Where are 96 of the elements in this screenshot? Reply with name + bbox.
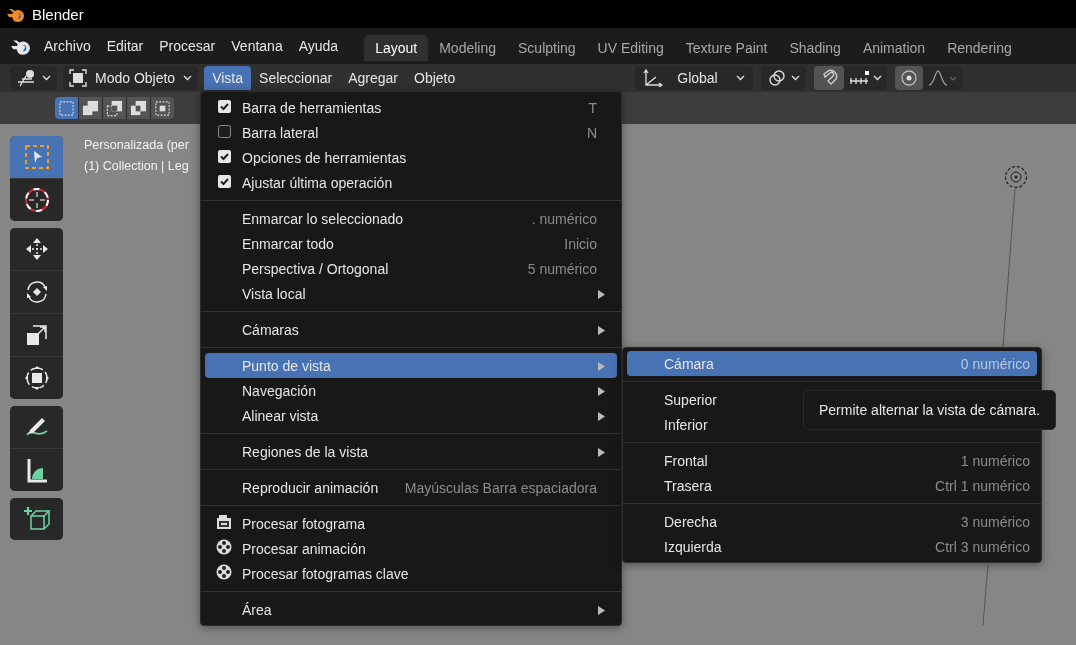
cursor-tool-icon — [22, 186, 51, 214]
workspace-tab[interactable]: Sculpting — [507, 35, 587, 61]
new-selection-icon — [58, 99, 75, 117]
arrow-right-icon — [597, 361, 605, 371]
target-icon — [899, 69, 918, 87]
arrow-right-icon — [597, 289, 605, 299]
tool-button[interactable] — [10, 228, 63, 270]
select-tool-icon — [22, 143, 51, 171]
camera-icon — [216, 514, 232, 530]
workspace-tab[interactable]: Shading — [778, 35, 852, 61]
pivot-dropdown[interactable] — [760, 66, 806, 90]
menu-item[interactable]: Ventana — [223, 38, 291, 54]
tool-button[interactable] — [10, 357, 63, 399]
proportional-edit-toggle[interactable] — [894, 66, 923, 90]
arrow-right-icon — [597, 386, 605, 396]
arrow-right-icon — [597, 605, 605, 615]
menu-item[interactable]: Barra lateral N — [205, 120, 617, 145]
menu-item[interactable]: Perspectiva / Ortogonal 5 numérico — [205, 256, 617, 281]
subtract-selection-icon — [106, 99, 123, 117]
menu-item[interactable]: Reproducir animación Mayúsculas Barra espaciadora — [205, 475, 617, 500]
linked-rings-icon — [766, 69, 787, 87]
checkbox[interactable] — [218, 174, 231, 188]
select-mode-button[interactable] — [151, 97, 174, 119]
workspace-tab[interactable]: Layout — [364, 35, 429, 61]
checkbox[interactable] — [218, 99, 231, 113]
menu-item[interactable]: Derecha 3 numérico — [627, 509, 1037, 534]
menu-item[interactable]: Cámara 0 numérico — [627, 351, 1037, 376]
arrow-right-icon — [597, 447, 605, 457]
mode-dropdown[interactable]: Modo Objeto — [63, 66, 199, 90]
add-cube-tool-icon — [22, 505, 51, 533]
menu-item[interactable]: Vista local — [205, 281, 617, 306]
menu-item[interactable]: Izquierda Ctrl 3 numérico — [627, 534, 1037, 559]
menu-item[interactable]: Área — [205, 597, 617, 622]
checkbox[interactable] — [218, 149, 231, 163]
workspace-tab[interactable]: Texture Paint — [674, 35, 779, 61]
window-title: Blender — [32, 5, 84, 23]
menu-item[interactable]: Ayuda — [290, 38, 347, 54]
select-mode-button[interactable] — [127, 97, 150, 119]
menu-item[interactable]: Archivo — [36, 38, 99, 54]
menu-item[interactable]: Frontal 1 numérico — [627, 448, 1037, 473]
menu-item[interactable]: Punto de vista — [205, 353, 617, 378]
menu-item[interactable]: Procesar animación — [205, 536, 617, 561]
bell-curve-icon — [927, 69, 958, 87]
arrow-right-icon — [597, 325, 605, 335]
menu-item[interactable]: Procesar — [151, 38, 224, 54]
menu-item[interactable]: Alinear vista — [205, 403, 617, 428]
menu-item[interactable]: Editar — [98, 38, 152, 54]
menu-item[interactable]: Agregar — [340, 66, 406, 90]
film-reel-icon — [216, 539, 232, 555]
tool-button[interactable] — [10, 406, 63, 448]
tool-button[interactable] — [10, 179, 63, 221]
menu-item[interactable]: Trasera Ctrl 1 numérico — [627, 473, 1037, 498]
snap-toggle[interactable] — [813, 66, 844, 90]
menu-item[interactable]: Navegación — [205, 378, 617, 403]
editor-type-button[interactable] — [10, 66, 57, 90]
viewport-info-text: (1) Collection | Leg — [84, 159, 189, 173]
menu-item[interactable]: Vista — [204, 66, 252, 90]
orientation-dropdown[interactable]: Global — [635, 66, 753, 90]
tool-button[interactable] — [10, 498, 63, 540]
axes-icon — [643, 69, 664, 87]
workspace-tab[interactable]: UV Editing — [586, 35, 675, 61]
invert-selection-icon — [130, 99, 147, 117]
caret-icon — [42, 75, 51, 81]
workspace-tab[interactable]: Animation — [851, 35, 937, 61]
menu-item[interactable]: Objeto — [406, 66, 464, 90]
select-mode-button[interactable] — [79, 97, 102, 119]
film-reel-icon — [216, 564, 232, 580]
caret-icon — [790, 75, 800, 81]
tool-button[interactable] — [10, 271, 63, 313]
tool-button[interactable] — [10, 449, 63, 491]
select-mode-button[interactable] — [103, 97, 126, 119]
menu-item[interactable]: Cámaras — [205, 317, 617, 342]
object-mode-icon — [69, 69, 87, 87]
intersect-selection-icon — [154, 99, 171, 117]
camera-object-icon — [1004, 165, 1028, 189]
extend-selection-icon — [82, 99, 99, 117]
select-mode-button[interactable] — [55, 97, 78, 119]
checkbox[interactable] — [218, 124, 231, 138]
workspace-tab[interactable]: Modeling — [428, 35, 507, 61]
tool-button[interactable] — [10, 314, 63, 356]
menu-item[interactable]: Enmarcar lo seleccionado . numérico — [205, 206, 617, 231]
caret-icon — [183, 75, 193, 81]
workspace-tab[interactable]: Rendering — [936, 35, 1023, 61]
arrow-right-icon — [597, 411, 605, 421]
menu-item[interactable]: Regiones de la vista — [205, 439, 617, 464]
caret-icon — [735, 75, 745, 81]
menu-item[interactable]: Ajustar última operación — [205, 170, 617, 195]
menu-item[interactable]: Procesar fotogramas clave — [205, 561, 617, 586]
menu-item[interactable]: Opciones de herramientas — [205, 145, 617, 170]
caret-icon — [872, 75, 882, 81]
menu-item[interactable]: Enmarcar todo Inicio — [205, 231, 617, 256]
menu-item[interactable]: Seleccionar — [251, 66, 341, 90]
viewport-info-text: Personalizada (per — [84, 138, 189, 152]
menu-item[interactable]: Procesar fotograma — [205, 511, 617, 536]
tooltip: Permite alternar la vista de cámara. — [803, 390, 1056, 430]
guide-line — [982, 565, 989, 625]
